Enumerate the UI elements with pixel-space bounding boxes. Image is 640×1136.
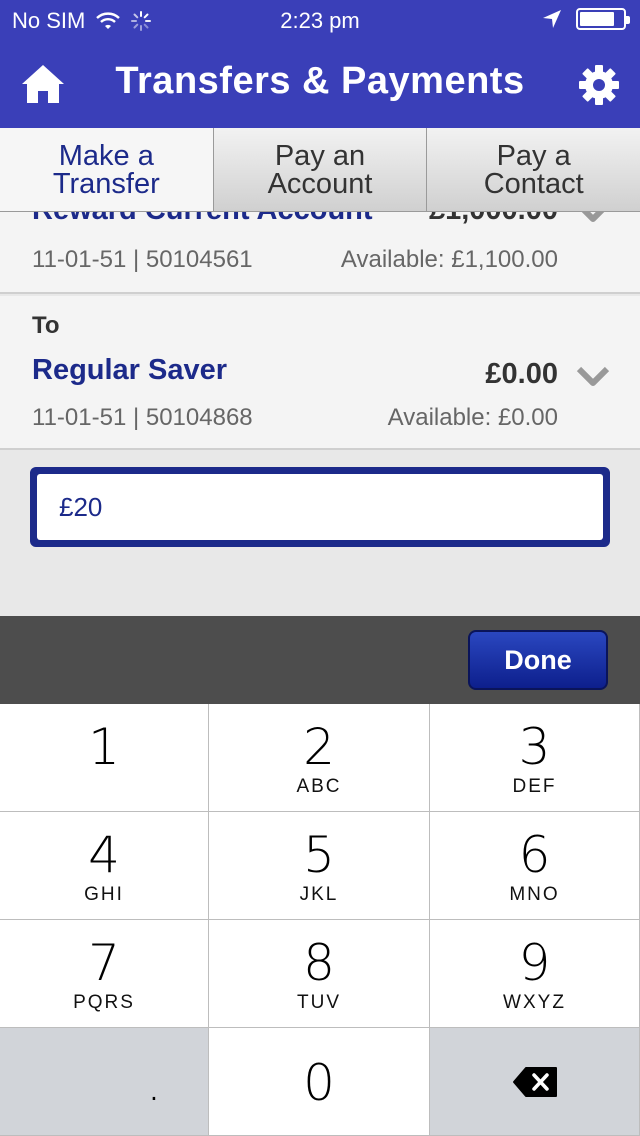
- from-account-selector[interactable]: Reward Current Account £1,000.00 11-01-5…: [0, 212, 640, 294]
- tab-label: Pay an Account: [267, 139, 373, 200]
- from-account-balance: £1,000.00: [429, 212, 558, 227]
- to-account-number: 11-01-51 | 50104868: [32, 404, 253, 431]
- key-digit: 1: [88, 718, 120, 776]
- nav-bar: Transfers & Payments: [0, 40, 640, 128]
- to-account-balance: £0.00: [485, 358, 558, 390]
- key-5[interactable]: 5 JKL: [209, 812, 430, 920]
- key-letters: GHI: [84, 884, 124, 905]
- key-digit: 9: [518, 934, 551, 992]
- status-bar: No SIM 2:23 pm: [0, 0, 640, 40]
- key-digit: 6: [518, 826, 551, 884]
- tab-pay-account[interactable]: Pay an Account: [213, 128, 428, 211]
- key-6[interactable]: 6 MNO: [430, 812, 640, 920]
- location-arrow-icon: [543, 10, 561, 28]
- key-letters: PQRS: [73, 992, 135, 1013]
- key-9[interactable]: 9 WXYZ: [430, 920, 640, 1028]
- key-4[interactable]: 4 GHI: [0, 812, 209, 920]
- key-3[interactable]: 3 DEF: [430, 704, 640, 812]
- key-2[interactable]: 2 ABC: [209, 704, 430, 812]
- transfer-form: Reward Current Account £1,000.00 11-01-5…: [0, 212, 640, 616]
- key-letters: WXYZ: [503, 992, 566, 1013]
- key-digit: 4: [88, 826, 120, 884]
- tab-make-transfer[interactable]: Make a Transfer: [0, 128, 214, 211]
- key-digit: 8: [303, 934, 335, 992]
- tab-label: Make a Transfer: [52, 139, 160, 200]
- amount-field-frame: [30, 467, 610, 547]
- key-decimal-point[interactable]: .: [0, 1028, 209, 1136]
- key-digit: 7: [88, 934, 120, 992]
- key-7[interactable]: 7 PQRS: [0, 920, 209, 1028]
- status-right: [542, 8, 630, 30]
- key-letters: TUV: [297, 992, 341, 1013]
- to-account-selector[interactable]: To Regular Saver £0.00 11-01-51 | 501048…: [0, 296, 640, 450]
- key-letters: DEF: [512, 776, 557, 797]
- key-digit: 5: [303, 826, 335, 884]
- to-account-name: Regular Saver: [32, 354, 228, 386]
- to-account-available: Available: £0.00: [387, 404, 558, 431]
- backspace-icon: [512, 1066, 557, 1097]
- key-letters: ABC: [296, 776, 342, 797]
- from-account-name: Reward Current Account: [32, 212, 373, 227]
- key-8[interactable]: 8 TUV: [209, 920, 430, 1028]
- from-account-available: Available: £1,100.00: [340, 246, 558, 273]
- tab-label: Pay a Contact: [483, 139, 584, 200]
- key-digit: 2: [303, 718, 335, 776]
- key-digit: 3: [518, 718, 551, 776]
- to-label: To: [32, 312, 60, 339]
- key-digit: .: [146, 1054, 162, 1112]
- done-button[interactable]: Done: [468, 630, 608, 690]
- from-account-number: 11-01-51 | 50104561: [32, 246, 253, 273]
- key-0[interactable]: 0: [209, 1028, 430, 1136]
- battery-icon: [576, 8, 630, 30]
- settings-gear-icon[interactable]: [578, 64, 620, 106]
- chevron-down-icon: [581, 212, 605, 222]
- segmented-tabs: Make a Transfer Pay an Account Pay a Con…: [0, 128, 640, 212]
- keyboard-toolbar: Done: [0, 616, 640, 704]
- number-keypad: 1 2 ABC 3 DEF 4 GHI 5 JKL 6 MNO 7 PQRS 8 TUV 9W…: [0, 704, 640, 1136]
- key-letters: JKL: [299, 884, 339, 905]
- key-digit: 0: [303, 1054, 335, 1112]
- page-title: Transfers & Payments: [115, 60, 525, 102]
- tab-pay-contact[interactable]: Pay a Contact: [427, 128, 640, 211]
- chevron-down-icon: [576, 366, 610, 386]
- amount-input[interactable]: [37, 474, 603, 540]
- key-backspace[interactable]: [430, 1028, 640, 1136]
- key-1[interactable]: 1: [0, 704, 209, 812]
- battery-level: [580, 12, 614, 26]
- key-letters: MNO: [509, 884, 560, 905]
